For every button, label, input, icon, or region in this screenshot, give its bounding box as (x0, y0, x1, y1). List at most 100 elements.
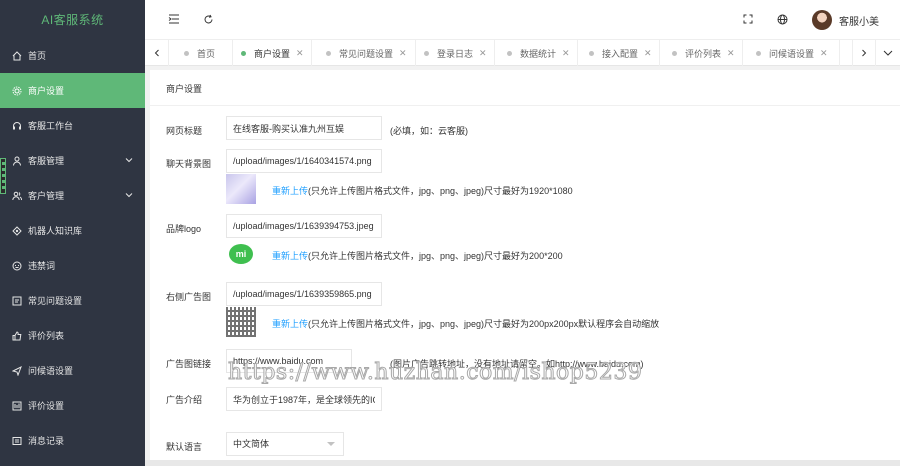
tab-home[interactable]: 首页 (170, 40, 233, 66)
chevron-right-icon (862, 49, 867, 57)
sidebar-item-label: 常见问题设置 (28, 296, 83, 306)
sidebar-item-faq-settings[interactable]: 常见问题设置 (0, 283, 145, 318)
sidebar-drag-handle[interactable] (0, 158, 6, 194)
tab-statistics[interactable]: 数据统计 ✕ (493, 40, 578, 66)
bg-label: 聊天背景图 (166, 159, 212, 169)
logo-reupload-link[interactable]: 重新上传 (272, 251, 308, 261)
tab-dot (326, 50, 331, 56)
avatar[interactable] (812, 10, 832, 30)
tab-label: 登录日志 (437, 48, 474, 59)
logo-thumbnail: mi (226, 239, 256, 269)
ad-image-reupload-link[interactable]: 重新上传 (272, 319, 308, 329)
ban-icon (12, 261, 22, 271)
tab-close-icon[interactable]: ✕ (296, 48, 304, 59)
ad-link-hint: (图片广告跳转地址，没有地址请留空。如http://www.baidu.com) (390, 359, 644, 369)
tab-menu-dropdown[interactable] (876, 40, 900, 66)
language-selected-value: 中文简体 (233, 439, 270, 449)
fullscreen-icon[interactable] (741, 12, 755, 26)
tab-bar: 首页 商户设置 ✕ 常见问题设置 ✕ 登录日志 ✕ 数据统计 ✕ 接入配置 ✕ … (145, 40, 900, 66)
sidebar-item-greeting-settings[interactable]: 问候语设置 (0, 353, 145, 388)
caret-down-icon (327, 442, 335, 446)
sidebar-item-agent-management[interactable]: 客服管理 (0, 143, 145, 178)
ad-image-path-input[interactable] (226, 282, 382, 306)
language-label: 默认语言 (166, 442, 203, 452)
tab-merchant-settings[interactable]: 商户设置 ✕ (227, 40, 312, 66)
tab-dot (756, 50, 761, 56)
sidebar-item-banned-words[interactable]: 违禁词 (0, 248, 145, 283)
tab-label: 常见问题设置 (339, 48, 394, 59)
card-title: 商户设置 (150, 70, 900, 106)
tab-close-icon[interactable]: ✕ (399, 48, 407, 59)
home-icon (12, 50, 22, 61)
menu-fold-icon[interactable] (167, 12, 181, 26)
tab-close-icon[interactable]: ✕ (820, 48, 828, 59)
sidebar-item-label: 首页 (28, 51, 47, 61)
sidebar-item-customer-management[interactable]: 客户管理 (0, 178, 145, 213)
bg-path-input[interactable] (226, 149, 382, 173)
sidebar-item-label: 客服工作台 (28, 121, 74, 131)
tab-dot (241, 50, 246, 56)
tab-dot (672, 50, 677, 56)
tab-review-list[interactable]: 评价列表 ✕ (658, 40, 743, 66)
tab-login-log[interactable]: 登录日志 ✕ (410, 40, 495, 66)
bottom-scrollbar[interactable] (145, 460, 900, 466)
sidebar-item-home[interactable]: 首页 (0, 38, 145, 73)
bg-reupload-link[interactable]: 重新上传 (272, 186, 308, 196)
sidebar-item-label: 违禁词 (28, 261, 56, 271)
sidebar-item-robot-knowledge[interactable]: 机器人知识库 (0, 213, 145, 248)
thumb-icon (12, 330, 22, 341)
user-name[interactable]: 客服小美 (839, 13, 879, 28)
tab-close-icon[interactable]: ✕ (644, 48, 652, 59)
send-icon (12, 365, 22, 376)
sidebar-item-review-settings[interactable]: 评价设置 (0, 388, 145, 423)
tab-label: 首页 (197, 48, 216, 59)
tab-access-config[interactable]: 接入配置 ✕ (575, 40, 660, 66)
ad-link-input[interactable] (226, 349, 352, 373)
tab-dot (589, 50, 594, 56)
tab-label: 问候语设置 (769, 48, 815, 59)
globe-icon[interactable] (775, 12, 789, 26)
sidebar-item-review-list[interactable]: 评价列表 (0, 318, 145, 353)
title-label: 网页标题 (166, 126, 203, 136)
sidebar-item-agent-workbench[interactable]: 客服工作台 (0, 108, 145, 143)
sidebar-item-label: 评价设置 (28, 401, 65, 411)
logo-hint: (只允许上传图片格式文件，jpg、png、jpeg)尺寸最好为200*200 (308, 251, 563, 261)
tab-scroll-left[interactable] (145, 40, 169, 66)
chevron-left-icon (154, 49, 159, 57)
tab-scroll-right[interactable] (852, 40, 876, 66)
language-select[interactable]: 中文简体 (226, 432, 344, 456)
sidebar-item-label: 消息记录 (28, 436, 65, 446)
bg-hint: (只允许上传图片格式文件，jpg、png、jpeg)尺寸最好为1920*1080 (308, 186, 573, 196)
sidebar-item-message-records[interactable]: 消息记录 (0, 423, 145, 458)
ad-intro-input[interactable] (226, 387, 382, 411)
ad-image-label: 右侧广告图 (166, 292, 212, 302)
faq-icon (12, 296, 22, 306)
tab-greeting-settings[interactable]: 问候语设置 ✕ (742, 40, 840, 66)
tab-close-icon[interactable]: ✕ (479, 48, 487, 59)
logo-path-input[interactable] (226, 214, 382, 238)
sidebar-item-merchant-settings[interactable]: 商户设置 (0, 73, 145, 108)
robot-icon (12, 225, 22, 236)
sidebar: AI客服系统 首页 商户设置 客服工作台 客服管理 客户管理 机器人知识库 违禁… (0, 0, 145, 466)
tab-faq-settings[interactable]: 常见问题设置 ✕ (312, 40, 416, 66)
chevron-down-icon (883, 50, 893, 56)
logo-reupload-row: 重新上传(只允许上传图片格式文件，jpg、png、jpeg)尺寸最好为200*2… (272, 249, 563, 262)
tab-label: 商户设置 (254, 48, 291, 59)
tab-dot (184, 50, 189, 56)
ad-image-hint: (只允许上传图片格式文件，jpg、png、jpeg)尺寸最好为200px200p… (308, 319, 660, 329)
sidebar-item-label: 客服管理 (28, 156, 65, 166)
tab-close-icon[interactable]: ✕ (562, 48, 570, 59)
tab-close-icon[interactable]: ✕ (727, 48, 735, 59)
sidebar-item-label: 客户管理 (28, 191, 65, 201)
tab-label: 接入配置 (602, 48, 639, 59)
chevron-down-icon (125, 158, 133, 163)
tab-label: 数据统计 (520, 48, 557, 59)
ad-image-reupload-row: 重新上传(只允许上传图片格式文件，jpg、png、jpeg)尺寸最好为200px… (272, 317, 659, 330)
sidebar-item-label: 评价列表 (28, 331, 65, 341)
refresh-icon[interactable] (201, 12, 215, 26)
page-title-input[interactable] (226, 116, 382, 140)
tab-dot (424, 50, 429, 56)
user-icon (12, 156, 22, 166)
ad-link-label: 广告图链接 (166, 359, 212, 369)
app-logo-title: AI客服系统 (41, 13, 104, 27)
